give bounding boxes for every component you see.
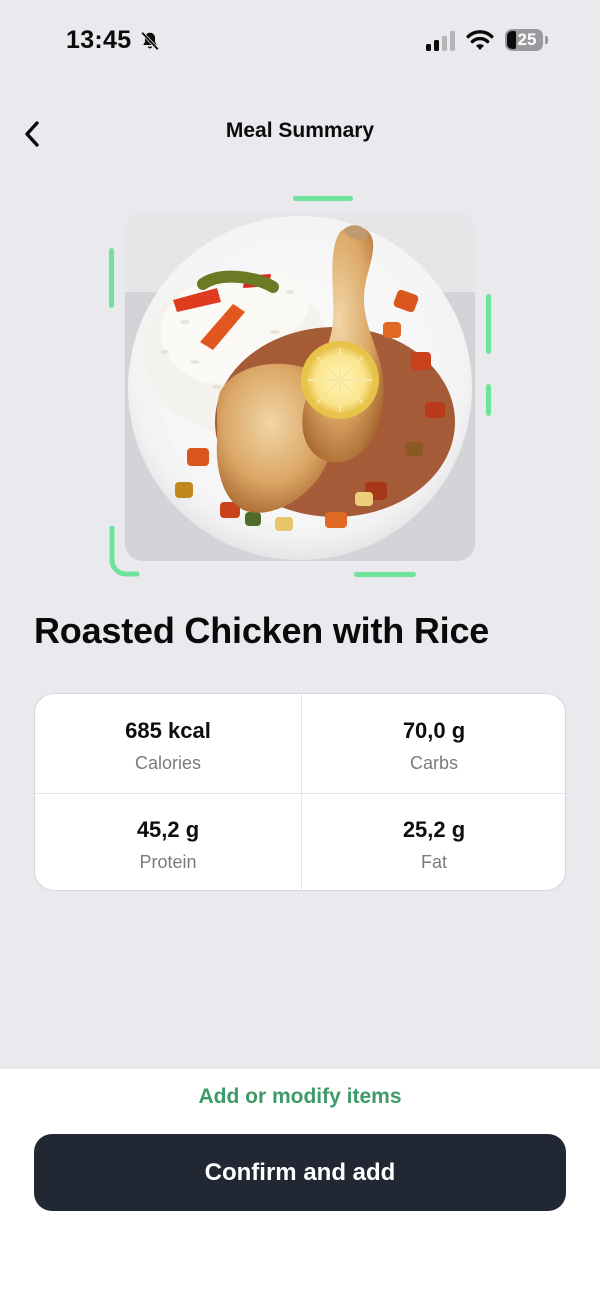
nutrition-card: 685 kcal Calories 70,0 g Carbs 45,2 g Pr… (34, 693, 566, 891)
bell-off-icon (141, 31, 159, 51)
protein-label: Protein (139, 852, 197, 872)
nutrition-carbs: 70,0 g Carbs (301, 694, 565, 793)
scan-frame-left (109, 248, 114, 308)
nutrition-calories: 685 kcal Calories (35, 694, 301, 793)
scan-frame-top (293, 196, 353, 201)
nutrition-protein: 45,2 g Protein (35, 793, 301, 890)
confirm-and-add-button[interactable]: Confirm and add (34, 1134, 566, 1211)
battery-icon: 25 (505, 29, 543, 51)
meal-photo-image (125, 212, 475, 561)
scan-frame-bottom (354, 572, 416, 577)
cellular-signal-icon (426, 31, 455, 51)
add-or-modify-items-link[interactable]: Add or modify items (0, 1085, 600, 1109)
calories-value: 685 kcal (125, 718, 211, 743)
calories-label: Calories (134, 753, 202, 773)
scan-frame-right-lower (486, 384, 491, 416)
status-bar: 13:45 25 (0, 0, 600, 82)
bottom-action-area: Add or modify items Confirm and add (0, 1069, 600, 1301)
status-time: 13:45 (66, 26, 132, 54)
fat-label: Fat (420, 852, 447, 872)
nutrition-fat: 25,2 g Fat (301, 793, 565, 890)
wifi-icon (466, 30, 494, 50)
fat-value: 25,2 g (402, 817, 466, 842)
navigation-bar: Meal Summary (0, 100, 600, 166)
carbs-label: Carbs (409, 753, 458, 773)
scan-frame-right-upper (486, 294, 491, 354)
meal-photo (125, 212, 475, 561)
battery-level: 25 (517, 30, 537, 49)
confirm-button-label: Confirm and add (204, 1158, 396, 1186)
battery-nub (545, 36, 548, 44)
page-title: Meal Summary (225, 119, 375, 142)
carbs-value: 70,0 g (402, 718, 466, 743)
protein-value: 45,2 g (136, 817, 200, 842)
meal-name: Roasted Chicken with Rice (34, 610, 490, 651)
meal-photo-frame (104, 192, 496, 580)
